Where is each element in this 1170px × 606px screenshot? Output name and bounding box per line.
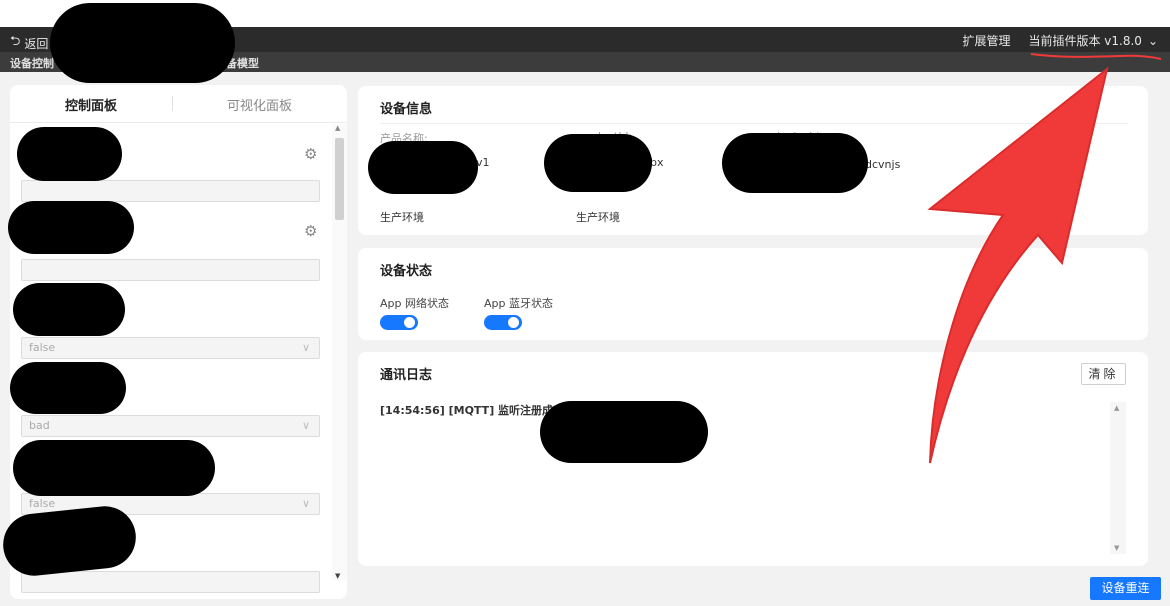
scroll-down-icon[interactable]: ▼ xyxy=(335,572,340,580)
environment-value: 生产环境 xyxy=(380,211,424,224)
tab-divider xyxy=(172,96,173,111)
chevron-down-icon: ∨ xyxy=(301,419,310,432)
product-id-value: bx xyxy=(650,156,664,169)
redaction-blob xyxy=(13,283,125,336)
redaction-blob xyxy=(544,134,652,192)
environment-value: 生产环境 xyxy=(576,211,620,224)
back-button[interactable]: ⮌ 返回 xyxy=(10,32,48,54)
panel-tabs: 控制面板 可视化面板 xyxy=(10,85,347,123)
toggle-knob xyxy=(508,317,519,328)
redaction-blob xyxy=(10,362,126,414)
annotation-arrow-icon xyxy=(927,66,1109,464)
redaction-blob xyxy=(368,141,478,194)
annotation-underline xyxy=(1030,53,1162,60)
redaction-blob xyxy=(722,133,868,193)
extension-manage-link[interactable]: 扩展管理 xyxy=(962,32,1010,49)
comm-log-title: 通讯日志 xyxy=(380,368,433,383)
redaction-blob xyxy=(8,201,134,254)
property-select[interactable] xyxy=(21,571,320,593)
back-label: 返回 xyxy=(24,36,49,51)
chevron-down-icon: ∨ xyxy=(301,497,310,510)
chevron-down-icon: ⌄ xyxy=(1147,33,1158,48)
tab-visual-panel[interactable]: 可视化面板 xyxy=(227,95,292,114)
select-value: false xyxy=(29,341,56,354)
version-label: 当前插件版本 v1.8.0 xyxy=(1028,34,1142,48)
scroll-up-icon[interactable]: ▲ xyxy=(335,124,340,132)
undo-icon: ⮌ xyxy=(10,34,21,49)
gear-icon[interactable]: ⚙ xyxy=(304,145,317,163)
select-value: bad xyxy=(29,419,50,432)
app-bluetooth-status-label: App 蓝牙状态 xyxy=(484,297,553,310)
device-info-title: 设备信息 xyxy=(380,102,433,117)
app-network-status-toggle[interactable] xyxy=(380,315,418,330)
device-reconnect-button[interactable]: 设备重连 xyxy=(1090,577,1161,600)
scroll-thumb[interactable] xyxy=(335,138,344,220)
device-status-title: 设备状态 xyxy=(380,264,433,279)
tab-device-control[interactable]: 设备控制 xyxy=(10,55,54,71)
toggle-knob xyxy=(404,317,415,328)
app-network-status-label: App 网络状态 xyxy=(380,297,449,310)
property-input[interactable] xyxy=(21,180,320,202)
device-id-value: dcvnjs xyxy=(865,158,901,171)
chevron-down-icon: ∨ xyxy=(301,341,310,354)
property-select[interactable]: bad ∨ xyxy=(21,415,320,437)
app-bluetooth-status-toggle[interactable] xyxy=(484,315,522,330)
redaction-blob xyxy=(540,401,708,463)
gear-icon[interactable]: ⚙ xyxy=(304,222,317,240)
redaction-blob xyxy=(50,3,235,83)
version-dropdown[interactable]: 当前插件版本 v1.8.0 ⌄ xyxy=(1028,32,1158,49)
scroll-down-icon[interactable]: ▼ xyxy=(1114,544,1119,552)
select-value: false xyxy=(29,497,56,510)
property-input[interactable] xyxy=(21,259,320,281)
product-name-value: v1 xyxy=(476,156,490,169)
redaction-blob xyxy=(17,127,122,181)
panel-scrollbar[interactable]: ▲ ▼ xyxy=(332,124,347,580)
tab-control-panel[interactable]: 控制面板 xyxy=(65,95,117,114)
property-select[interactable]: false ∨ xyxy=(21,337,320,359)
redaction-blob xyxy=(13,440,215,496)
